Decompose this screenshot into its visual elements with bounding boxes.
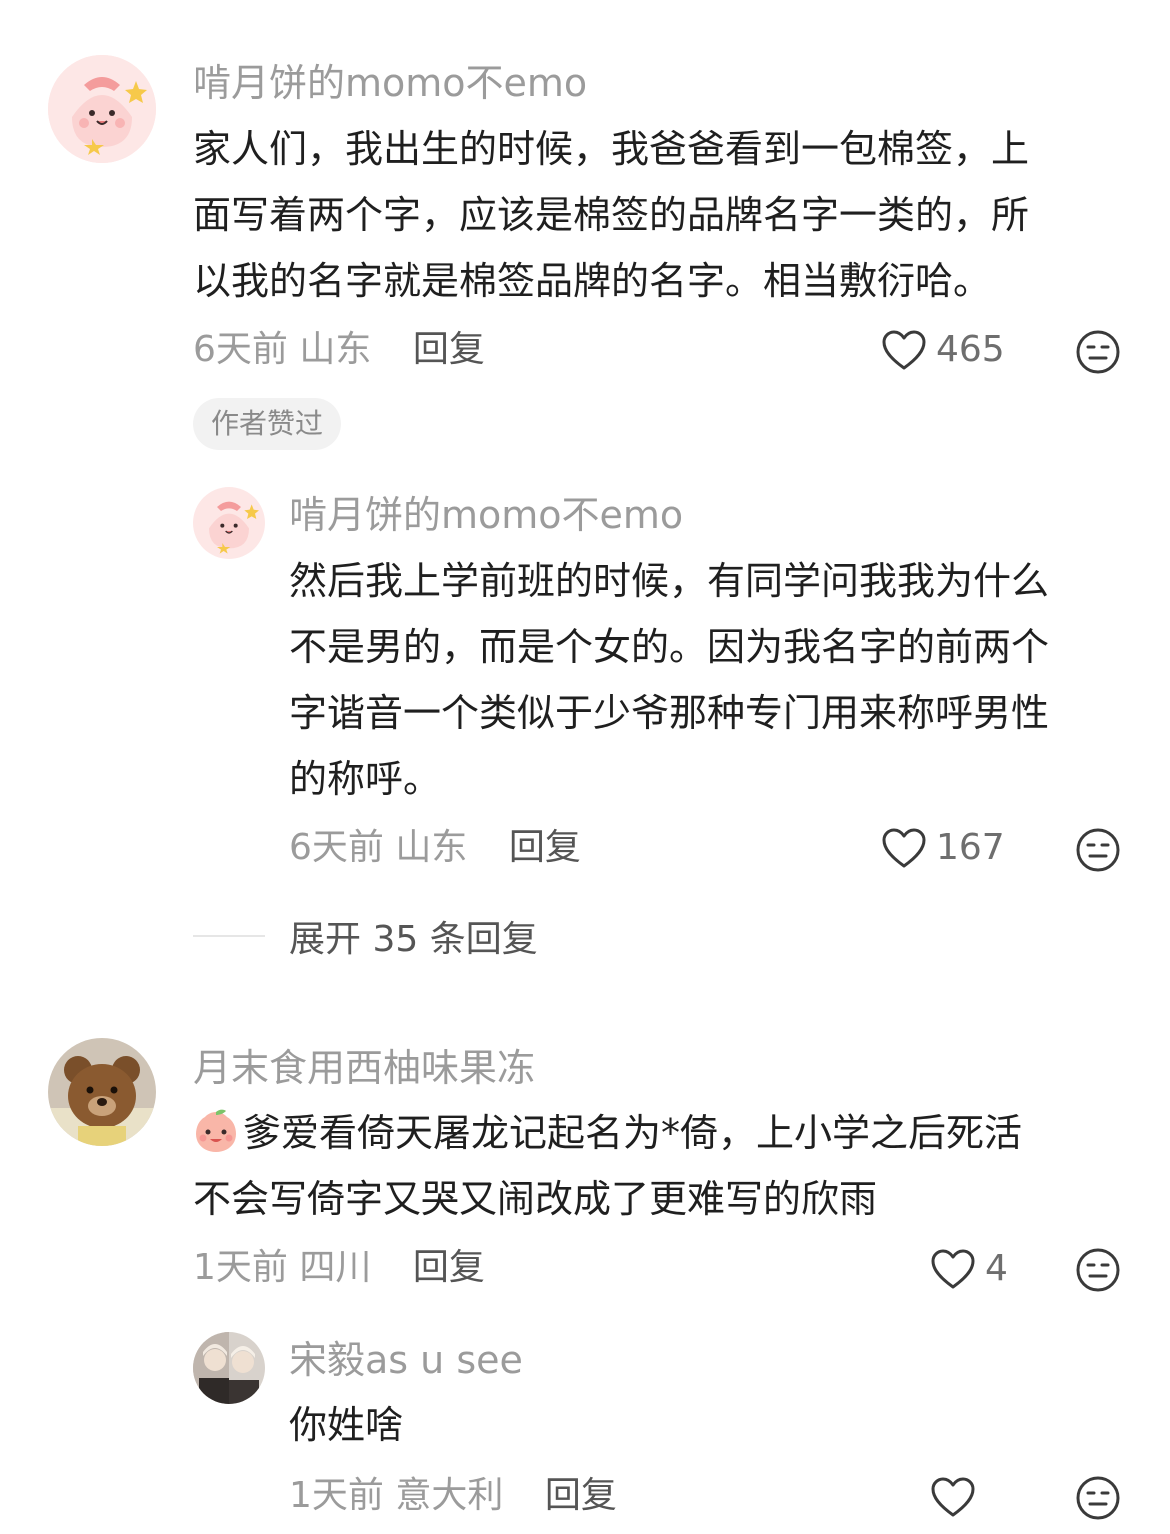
avatar[interactable] — [193, 1332, 265, 1404]
dislike-button[interactable] — [1075, 827, 1121, 873]
comment-text: 爹爱看倚天屠龙记起名为*倚，上小学之后死活 不会写倚字又哭又闹改成了更难写的欣雨 — [193, 1100, 1022, 1232]
comment-text-line: 家人们，我出生的时候，我爸爸看到一包棉签，上 — [193, 127, 1030, 171]
expand-replies-button[interactable]: 展开 35 条回复 — [193, 910, 538, 962]
comment-text-line: 你姓啥 — [289, 1403, 404, 1447]
reply-button[interactable]: 回复 — [545, 1475, 617, 1516]
author-liked-badge: 作者赞过 — [193, 398, 342, 450]
heart-outline-icon — [882, 828, 926, 868]
comment-location: 山东 — [299, 329, 372, 370]
meh-face-icon — [1076, 330, 1120, 374]
comment-meta: 6天前 山东 回复 — [193, 332, 485, 368]
peach-face-emoji-icon — [196, 1109, 236, 1152]
comment-location: 四川 — [299, 1247, 372, 1288]
username[interactable]: 啃月饼的momo不emo — [289, 496, 683, 534]
divider — [193, 935, 265, 937]
heart-outline-icon — [931, 1477, 975, 1517]
comment-location: 山东 — [395, 827, 468, 868]
like-count: 4 — [985, 1248, 1008, 1289]
comment-text-line: 字谐音一个类似于少爷那种专门用来称呼男性 — [289, 691, 1050, 735]
username[interactable]: 宋毅as u see — [289, 1341, 523, 1379]
comment-text-line: 不是男的，而是个女的。因为我名字的前两个 — [289, 625, 1050, 669]
like-count: 167 — [936, 827, 1005, 868]
comment-text-line: 以我的名字就是棉签品牌的名字。相当敷衍哈。 — [193, 259, 992, 303]
comment-meta: 1天前 意大利 回复 — [289, 1478, 617, 1514]
avatar[interactable] — [48, 1038, 156, 1146]
dislike-button[interactable] — [1075, 1247, 1121, 1293]
meh-face-icon — [1076, 1248, 1120, 1292]
like-button[interactable]: 4 — [929, 1247, 1008, 1291]
meh-face-icon — [1076, 1476, 1120, 1520]
reply-button[interactable]: 回复 — [413, 329, 485, 370]
comment-text-line: 爹爱看倚天屠龙记起名为*倚，上小学之后死活 — [193, 1100, 1022, 1166]
heart-outline-icon — [931, 1249, 975, 1289]
comment-text: 你姓啥 — [289, 1392, 403, 1458]
comment-time: 1天前 — [193, 1247, 288, 1288]
dislike-button[interactable] — [1075, 329, 1121, 375]
comment-meta: 6天前 山东 回复 — [289, 830, 581, 866]
comment-time: 6天前 — [193, 329, 288, 370]
avatar[interactable] — [193, 487, 265, 559]
dislike-button[interactable] — [1075, 1475, 1121, 1521]
comment-text-line: 面写着两个字，应该是棉签的品牌名字一类的，所 — [193, 193, 1030, 237]
like-button[interactable] — [929, 1475, 985, 1519]
like-button[interactable]: 167 — [880, 826, 1005, 870]
comment-location: 意大利 — [395, 1475, 504, 1516]
comment-meta: 1天前 四川 回复 — [193, 1250, 485, 1286]
meh-face-icon — [1076, 828, 1120, 872]
reply-button[interactable]: 回复 — [413, 1247, 485, 1288]
comment-text-line: 不会写倚字又哭又闹改成了更难写的欣雨 — [193, 1177, 878, 1221]
comment-text: 家人们，我出生的时候，我爸爸看到一包棉签，上 面写着两个字，应该是棉签的品牌名字… — [193, 116, 1029, 314]
username[interactable]: 啃月饼的momo不emo — [193, 64, 587, 102]
username[interactable]: 月末食用西柚味果冻 — [193, 1049, 535, 1087]
expand-replies-label: 展开 35 条回复 — [289, 919, 538, 960]
comment-text-line: 的称呼。 — [289, 757, 442, 801]
reply-button[interactable]: 回复 — [509, 827, 581, 868]
comment-text: 然后我上学前班的时候，有同学问我我为什么 不是男的，而是个女的。因为我名字的前两… — [289, 548, 1049, 812]
comment-time: 6天前 — [289, 827, 384, 868]
comment-text-segment: 爹爱看倚天屠龙记起名为*倚，上小学之后死活 — [243, 1111, 1023, 1155]
like-button[interactable]: 465 — [880, 328, 1005, 372]
comment-time: 1天前 — [289, 1475, 384, 1516]
heart-outline-icon — [882, 330, 926, 370]
comment-text-line: 然后我上学前班的时候，有同学问我我为什么 — [289, 559, 1050, 603]
avatar[interactable] — [48, 55, 156, 163]
like-count: 465 — [936, 329, 1005, 370]
